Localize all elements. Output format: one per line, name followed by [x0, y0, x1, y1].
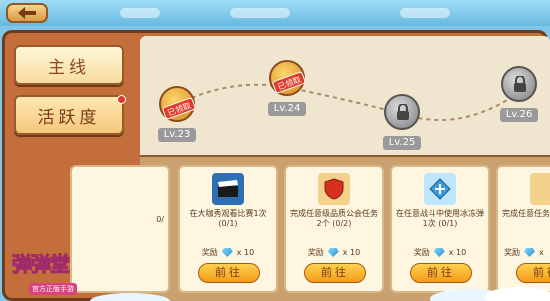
reward-amount: x 10: [236, 248, 255, 257]
task-reward: 奖励 x 10: [180, 247, 276, 258]
topbar-decoration: [400, 8, 450, 18]
task-card: 在任意战斗中使用冰冻弹1次 (0/1) 奖励 x 10 前往: [390, 165, 490, 293]
guild-shield-icon: [318, 173, 350, 205]
topbar-decoration: [230, 8, 290, 18]
claimed-stamp: 已领取: [271, 70, 307, 95]
top-bar: [0, 0, 550, 26]
task-description: 在任意战斗中使用冰冻弹1次 (0/1): [396, 209, 484, 228]
reward-amount: x 10: [448, 248, 467, 257]
task-card: 完成任意级品质公会任务2个 (0/2) 奖励 x 10 前往: [284, 165, 384, 293]
task-card-list: 0/ 在大咖秀观看比赛1次 (0/1) 奖励 x 10 前往 完成任意级品质公会…: [70, 155, 550, 301]
level-node[interactable]: Lv.26: [492, 66, 546, 122]
task-card: 完成任意任务2个 奖励 x 前往: [496, 165, 550, 293]
tab-activity[interactable]: 活跃度: [14, 95, 126, 135]
level-label: Lv.23: [157, 128, 197, 142]
back-arrow-icon: [18, 7, 36, 19]
task-description: 在大咖秀观看比赛1次 (0/1): [189, 209, 267, 228]
tab-label: 主线: [48, 57, 90, 78]
level-label: Lv.24: [267, 102, 307, 116]
level-label: Lv.26: [499, 108, 539, 122]
back-button[interactable]: [6, 3, 48, 23]
lock-icon: [397, 104, 409, 120]
task-description: 完成任意级品质公会任务2个 (0/2): [290, 209, 378, 228]
diamond-icon: [327, 248, 339, 257]
go-button[interactable]: 前往: [198, 263, 260, 283]
diamond-icon: [524, 248, 535, 257]
diamond-icon: [433, 248, 445, 257]
partial-icon: [530, 173, 550, 205]
topbar-decoration: [120, 8, 160, 18]
reward-amount: x 10: [342, 248, 361, 257]
clapperboard-icon: [212, 173, 244, 205]
reward-label: 奖励: [504, 248, 520, 257]
locked-medal-icon: [384, 94, 420, 130]
reward-label: 奖励: [201, 248, 218, 257]
diamond-icon: [221, 248, 233, 257]
task-reward: 奖励 x: [498, 247, 550, 258]
task-reward: 奖励 x 10: [286, 247, 382, 258]
reward-label: 奖励: [413, 248, 430, 257]
go-button[interactable]: 前往: [304, 263, 366, 283]
reward-medal-icon: 已领取: [159, 86, 197, 122]
go-button[interactable]: 前往: [516, 263, 550, 283]
ice-bomb-icon: [424, 173, 456, 205]
level-node[interactable]: 已领取 Lv.23: [150, 86, 204, 142]
level-node[interactable]: 已领取 Lv.24: [260, 60, 314, 116]
task-description: 完成任意任务2个: [502, 209, 550, 218]
lock-icon: [514, 76, 526, 92]
level-label: Lv.25: [382, 136, 422, 150]
reward-label: 奖励: [307, 248, 324, 257]
tab-main-quest[interactable]: 主线: [14, 45, 124, 85]
logo-title: 弹弹堂: [12, 252, 71, 277]
notification-dot: [117, 95, 126, 104]
task-reward: 奖励 x 10: [392, 247, 488, 258]
task-card: 在大咖秀观看比赛1次 (0/1) 奖励 x 10 前往: [178, 165, 278, 293]
level-node[interactable]: Lv.25: [375, 94, 429, 150]
cloud-decoration: [90, 287, 550, 301]
tab-label: 活跃度: [37, 107, 101, 128]
claimed-stamp: 已领取: [161, 96, 197, 121]
go-button[interactable]: 前往: [410, 263, 472, 283]
side-tabs: 主线 活跃度: [14, 45, 126, 145]
locked-medal-icon: [501, 66, 537, 102]
reward-amount: x: [539, 248, 544, 257]
game-screen: 主线 活跃度 已领取 Lv.23 已领取 Lv.24 Lv.25 Lv.26 0…: [0, 0, 550, 301]
reward-medal-icon: 已领取: [269, 60, 307, 96]
